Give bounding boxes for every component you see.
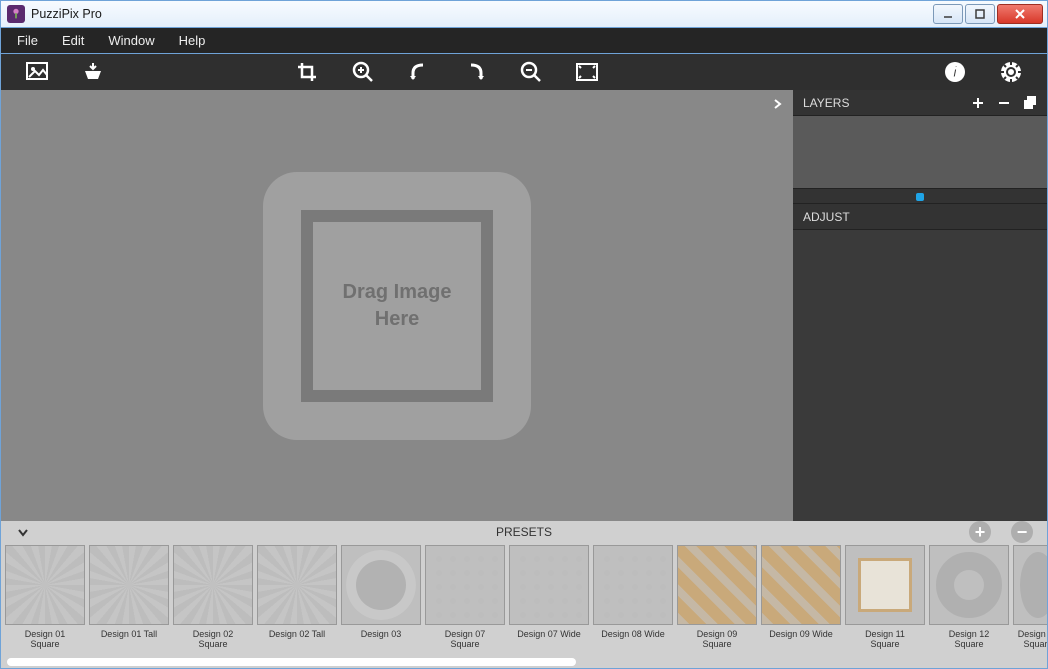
side-panels: LAYERS ADJUST: [793, 90, 1047, 521]
preset-label: Design 02 Tall: [269, 629, 325, 639]
fit-screen-button[interactable]: [573, 58, 601, 86]
presets-zoom-in-button[interactable]: +: [969, 521, 991, 543]
crop-button[interactable]: [293, 58, 321, 86]
preset-item[interactable]: Design 02 Tall: [257, 545, 337, 656]
preset-thumbnail: [425, 545, 505, 625]
preset-item[interactable]: Design 02 Square: [173, 545, 253, 656]
close-button[interactable]: [997, 4, 1043, 24]
preset-thumbnail: [761, 545, 841, 625]
zoom-in-button[interactable]: [349, 58, 377, 86]
drop-target[interactable]: Drag ImageHere: [263, 172, 531, 440]
preset-label: Design 01 Tall: [101, 629, 157, 639]
layer-add-button[interactable]: [972, 96, 984, 109]
presets-collapse-button[interactable]: [15, 524, 31, 540]
preset-item[interactable]: Design 11 Square: [845, 545, 925, 656]
collapse-panels-button[interactable]: [767, 94, 787, 114]
preset-item[interactable]: Design 01 Tall: [89, 545, 169, 656]
layer-opacity-slider[interactable]: [793, 188, 1047, 204]
preset-thumbnail: [257, 545, 337, 625]
layers-list[interactable]: [793, 116, 1047, 188]
menu-window[interactable]: Window: [96, 30, 166, 51]
maximize-button[interactable]: [965, 4, 995, 24]
open-image-button[interactable]: [23, 58, 51, 86]
preset-label: Design 08 Wide: [601, 629, 665, 639]
preset-item[interactable]: Design 13 Square: [1013, 545, 1047, 656]
layers-panel-header: LAYERS: [793, 90, 1047, 116]
drop-hint: Drag ImageHere: [301, 210, 493, 402]
presets-row[interactable]: Design 01 Square Design 01 Tall Design 02 …: [1, 543, 1047, 656]
layers-title: LAYERS: [803, 96, 849, 110]
presets-panel: PRESETS + − Design 01 Square Design 01 Ta…: [0, 521, 1048, 669]
settings-button[interactable]: [997, 58, 1025, 86]
preset-thumbnail: [1013, 545, 1047, 625]
preset-label: Design 11 Square: [865, 629, 905, 650]
presets-title: PRESETS: [496, 525, 552, 539]
preset-label: Design 07 Square: [445, 629, 486, 650]
preset-thumbnail: [677, 545, 757, 625]
zoom-out-button[interactable]: [517, 58, 545, 86]
preset-thumbnail: [929, 545, 1009, 625]
preset-label: Design 01 Square: [25, 629, 66, 650]
toolbar: i: [0, 54, 1048, 90]
menu-help[interactable]: Help: [167, 30, 218, 51]
menubar: File Edit Window Help: [0, 28, 1048, 54]
app-icon: [7, 5, 25, 23]
preset-label: Design 12 Square: [949, 629, 990, 650]
undo-button[interactable]: [405, 58, 433, 86]
preset-item[interactable]: Design 07 Square: [425, 545, 505, 656]
preset-label: Design 03: [361, 629, 402, 639]
preset-item[interactable]: Design 12 Square: [929, 545, 1009, 656]
save-button[interactable]: [79, 58, 107, 86]
layer-remove-button[interactable]: [998, 96, 1010, 109]
preset-label: Design 09 Square: [697, 629, 738, 650]
preset-thumbnail: [89, 545, 169, 625]
preset-item[interactable]: Design 01 Square: [5, 545, 85, 656]
redo-button[interactable]: [461, 58, 489, 86]
preset-thumbnail: [173, 545, 253, 625]
preset-thumbnail: [509, 545, 589, 625]
presets-zoom-out-button[interactable]: −: [1011, 521, 1033, 543]
preset-item[interactable]: Design 09 Square: [677, 545, 757, 656]
minimize-button[interactable]: [933, 4, 963, 24]
preset-item[interactable]: Design 07 Wide: [509, 545, 589, 656]
preset-item[interactable]: Design 09 Wide: [761, 545, 841, 656]
preset-thumbnail: [5, 545, 85, 625]
preset-thumbnail: [845, 545, 925, 625]
preset-label: Design 09 Wide: [769, 629, 833, 639]
info-button[interactable]: i: [941, 58, 969, 86]
presets-scrollbar[interactable]: [1, 656, 1047, 668]
preset-thumbnail: [341, 545, 421, 625]
preset-item[interactable]: Design 08 Wide: [593, 545, 673, 656]
preset-label: Design 13 Square: [1018, 629, 1047, 650]
menu-file[interactable]: File: [5, 30, 50, 51]
adjust-panel-body: [793, 230, 1047, 521]
menu-edit[interactable]: Edit: [50, 30, 96, 51]
layer-duplicate-button[interactable]: [1024, 96, 1037, 109]
window-title: PuzziPix Pro: [31, 7, 933, 21]
preset-item[interactable]: Design 03: [341, 545, 421, 656]
preset-label: Design 02 Square: [193, 629, 234, 650]
window-titlebar: PuzziPix Pro: [0, 0, 1048, 28]
canvas-area[interactable]: Drag ImageHere: [1, 90, 793, 521]
preset-label: Design 07 Wide: [517, 629, 581, 639]
preset-thumbnail: [593, 545, 673, 625]
adjust-panel-header: ADJUST: [793, 204, 1047, 230]
adjust-title: ADJUST: [803, 210, 850, 224]
